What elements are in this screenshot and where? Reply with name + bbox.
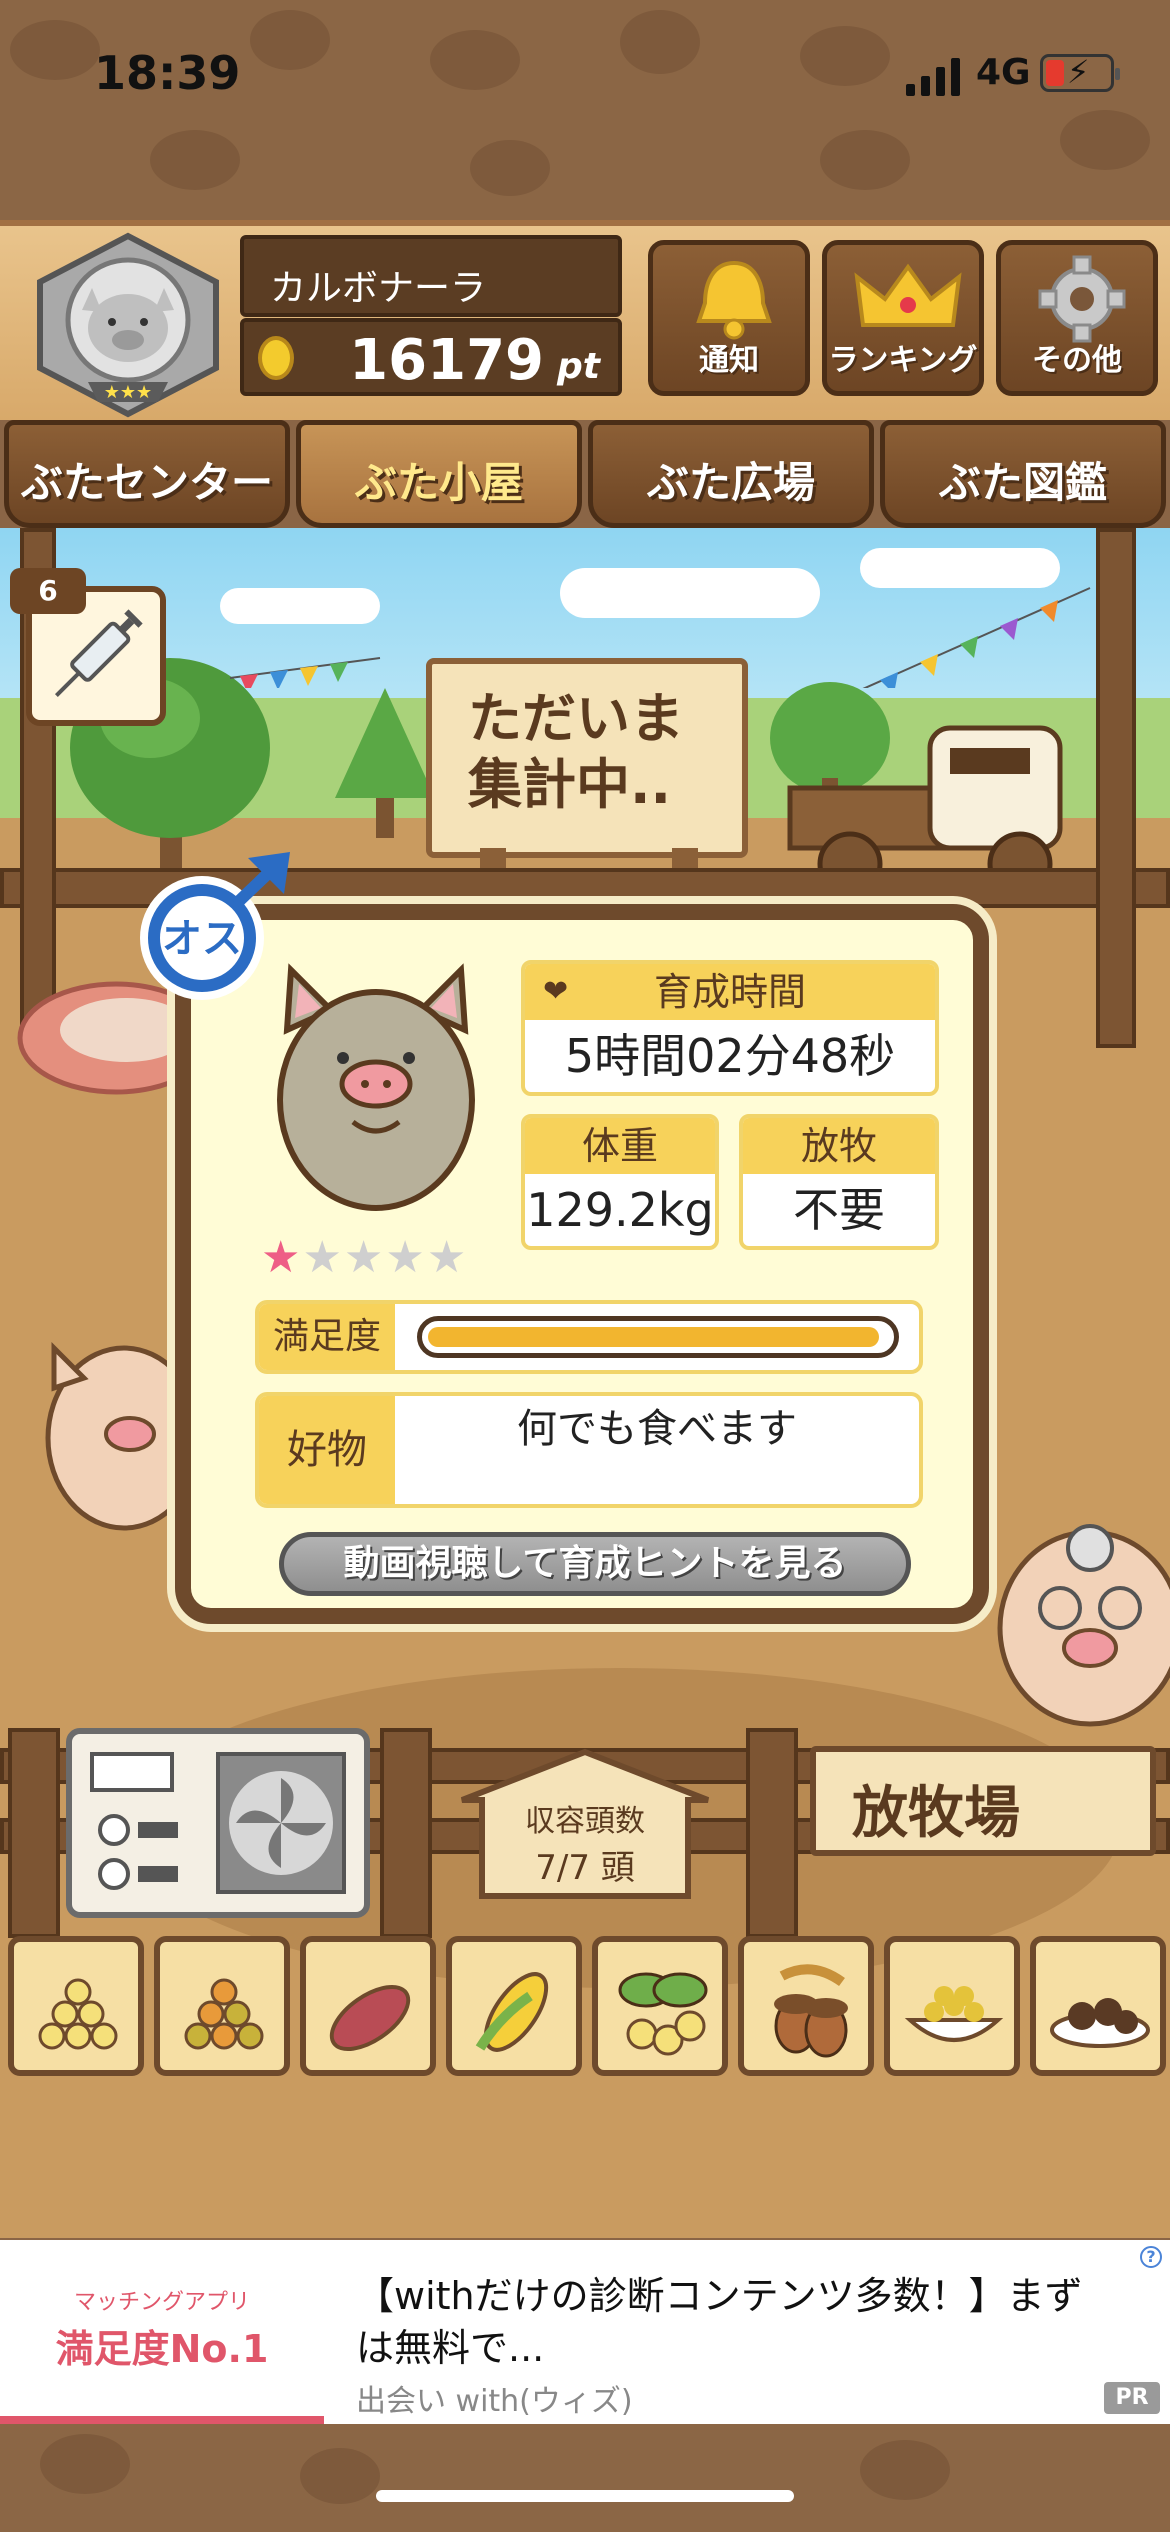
- other-button[interactable]: その他: [996, 240, 1158, 396]
- other-label: その他: [1032, 343, 1122, 378]
- fence-post: [746, 1728, 798, 1938]
- tab-buta-encyclopedia[interactable]: ぶた図鑑: [880, 420, 1166, 528]
- food-slot-mixed-feed[interactable]: [8, 1936, 144, 2076]
- pasture-sign-button[interactable]: 放牧場: [810, 1746, 1156, 1856]
- status-bar: 18:39 4G ⚡: [0, 0, 1170, 150]
- tab-buta-plaza[interactable]: ぶた広場: [588, 420, 874, 528]
- weight-box: 体重 129.2kg: [521, 1114, 719, 1250]
- pig-info-card: ★★★★★ ❤ 育成時間 5時間02分48秒 体重 129.2kg 放牧 不要 …: [175, 904, 989, 1624]
- food-slot-bowl-feed[interactable]: [884, 1936, 1020, 2076]
- fence-post: [8, 1728, 60, 1938]
- barn-scene: ただいま 集計中.. 6 ★★★★★ ❤ 育成時間 5時間02分48秒 体重 1…: [0, 528, 1170, 2238]
- satisfaction-fill: [428, 1327, 879, 1347]
- grow-time-box: ❤ 育成時間 5時間02分48秒: [521, 960, 939, 1096]
- svg-text:★★★: ★★★: [104, 382, 152, 403]
- truffle-icon: [1050, 1998, 1150, 2048]
- ad-info-icon[interactable]: ?: [1140, 2246, 1162, 2268]
- ranking-label: ランキング: [828, 343, 978, 378]
- network-type: 4G: [976, 52, 1031, 93]
- gender-label: オス: [162, 916, 242, 962]
- satisfaction-bar: [417, 1316, 899, 1358]
- ad-banner[interactable]: マッチングアプリ 満足度No.1 【withだけの診断コンテンツ多数！】まずは無…: [0, 2240, 1170, 2424]
- pig-doctor[interactable]: [980, 1508, 1170, 1748]
- truck-illustration: [787, 725, 1063, 897]
- favorite-value: 何でも食べます: [517, 1406, 797, 1452]
- sweet-potato-icon: [329, 1984, 411, 2052]
- grain-feed-icon: [184, 1978, 264, 2050]
- ad-title: 【withだけの診断コンテンツ多数！】まずは無料で...: [356, 2274, 1083, 2370]
- coin-icon: [258, 336, 294, 380]
- weight-value: 129.2kg: [526, 1183, 714, 1237]
- star-icon: ★: [302, 1232, 344, 1283]
- capacity-label: 収容頭数: [525, 1804, 645, 1839]
- tally-sign-line2: 集計中..: [468, 753, 672, 816]
- rank-badge[interactable]: ★★★: [30, 232, 226, 418]
- food-slot-acorn[interactable]: [738, 1936, 874, 2076]
- food-slot-corn[interactable]: [446, 1936, 582, 2076]
- weight-label: 体重: [525, 1118, 715, 1174]
- satisfaction-row: 満足度: [255, 1300, 923, 1374]
- signal-icon: [906, 58, 960, 96]
- favorite-row: 好物 何でも食べます: [255, 1392, 923, 1508]
- watch-video-hint-button[interactable]: 動画視聴して育成ヒントを見る: [279, 1532, 911, 1596]
- rating-stars: ★★★★★: [261, 1232, 468, 1283]
- star-icon: ★: [385, 1232, 427, 1283]
- food-slot-soybean[interactable]: [592, 1936, 728, 2076]
- tab-buta-center[interactable]: ぶたセンター: [4, 420, 290, 528]
- ad-logo-line2: 満足度No.1: [55, 2327, 269, 2371]
- tally-sign-line1: ただいま: [468, 687, 684, 750]
- mixed-feed-icon: [38, 1978, 118, 2050]
- status-time: 18:39: [94, 46, 241, 100]
- fan-machine-button[interactable]: [66, 1728, 370, 1918]
- points-value: 16179: [349, 328, 544, 393]
- points-box: 16179 pt: [240, 318, 622, 396]
- ad-logo-bar: [0, 2416, 324, 2424]
- graze-label: 放牧: [743, 1118, 935, 1174]
- corn-icon: [475, 1972, 549, 2052]
- star-icon: ★: [261, 1232, 303, 1283]
- bottom-background: [0, 2424, 1170, 2532]
- acorn-icon: [774, 1964, 848, 2058]
- home-indicator[interactable]: [376, 2490, 794, 2502]
- graze-value: 不要: [793, 1183, 885, 1237]
- tree-small: [335, 688, 435, 838]
- capacity-value: 7/7 頭: [535, 1848, 635, 1888]
- food-slot-grain-feed[interactable]: [154, 1936, 290, 2076]
- food-slot-truffle[interactable]: [1030, 1936, 1166, 2076]
- star-icon: ★: [426, 1232, 469, 1283]
- ad-logo: マッチングアプリ 満足度No.1: [0, 2240, 324, 2424]
- fence-post: [380, 1728, 432, 1938]
- notification-button[interactable]: 通知: [648, 240, 810, 396]
- ad-source: 出会い with(ウィズ): [356, 2384, 633, 2419]
- male-gender-icon: オス: [140, 852, 290, 1000]
- ad-logo-line1: マッチングアプリ: [73, 2290, 250, 2315]
- crown-icon: [854, 263, 962, 327]
- graze-box: 放牧 不要: [739, 1114, 939, 1250]
- fan-icon: [90, 1752, 346, 1894]
- satisfaction-label: 満足度: [259, 1304, 395, 1370]
- right-post: [1096, 528, 1136, 1048]
- bell-icon: [696, 260, 772, 340]
- favorite-label: 好物: [259, 1396, 395, 1504]
- soybean-icon: [618, 1972, 708, 2056]
- points-unit: pt: [557, 346, 600, 387]
- ad-pr-badge: PR: [1104, 2382, 1160, 2414]
- food-slot-sweet-potato[interactable]: [300, 1936, 436, 2076]
- grow-time-value: 5時間02分48秒: [564, 1029, 896, 1083]
- gear-icon: [1038, 255, 1126, 343]
- star-icon: ★: [343, 1232, 386, 1283]
- bowl-feed-icon: [904, 1986, 1004, 2042]
- tally-sign: ただいま 集計中..: [426, 658, 748, 858]
- grow-time-label: 育成時間: [653, 970, 806, 1014]
- ranking-button[interactable]: ランキング: [822, 240, 984, 396]
- syringe-count: 6: [10, 568, 86, 614]
- heart-icon: ❤: [543, 974, 569, 1009]
- battery-icon: ⚡: [1040, 53, 1120, 92]
- player-name: カルボナーラ: [240, 235, 622, 317]
- notification-label: 通知: [699, 343, 759, 378]
- tab-buta-barn[interactable]: ぶた小屋: [296, 420, 582, 528]
